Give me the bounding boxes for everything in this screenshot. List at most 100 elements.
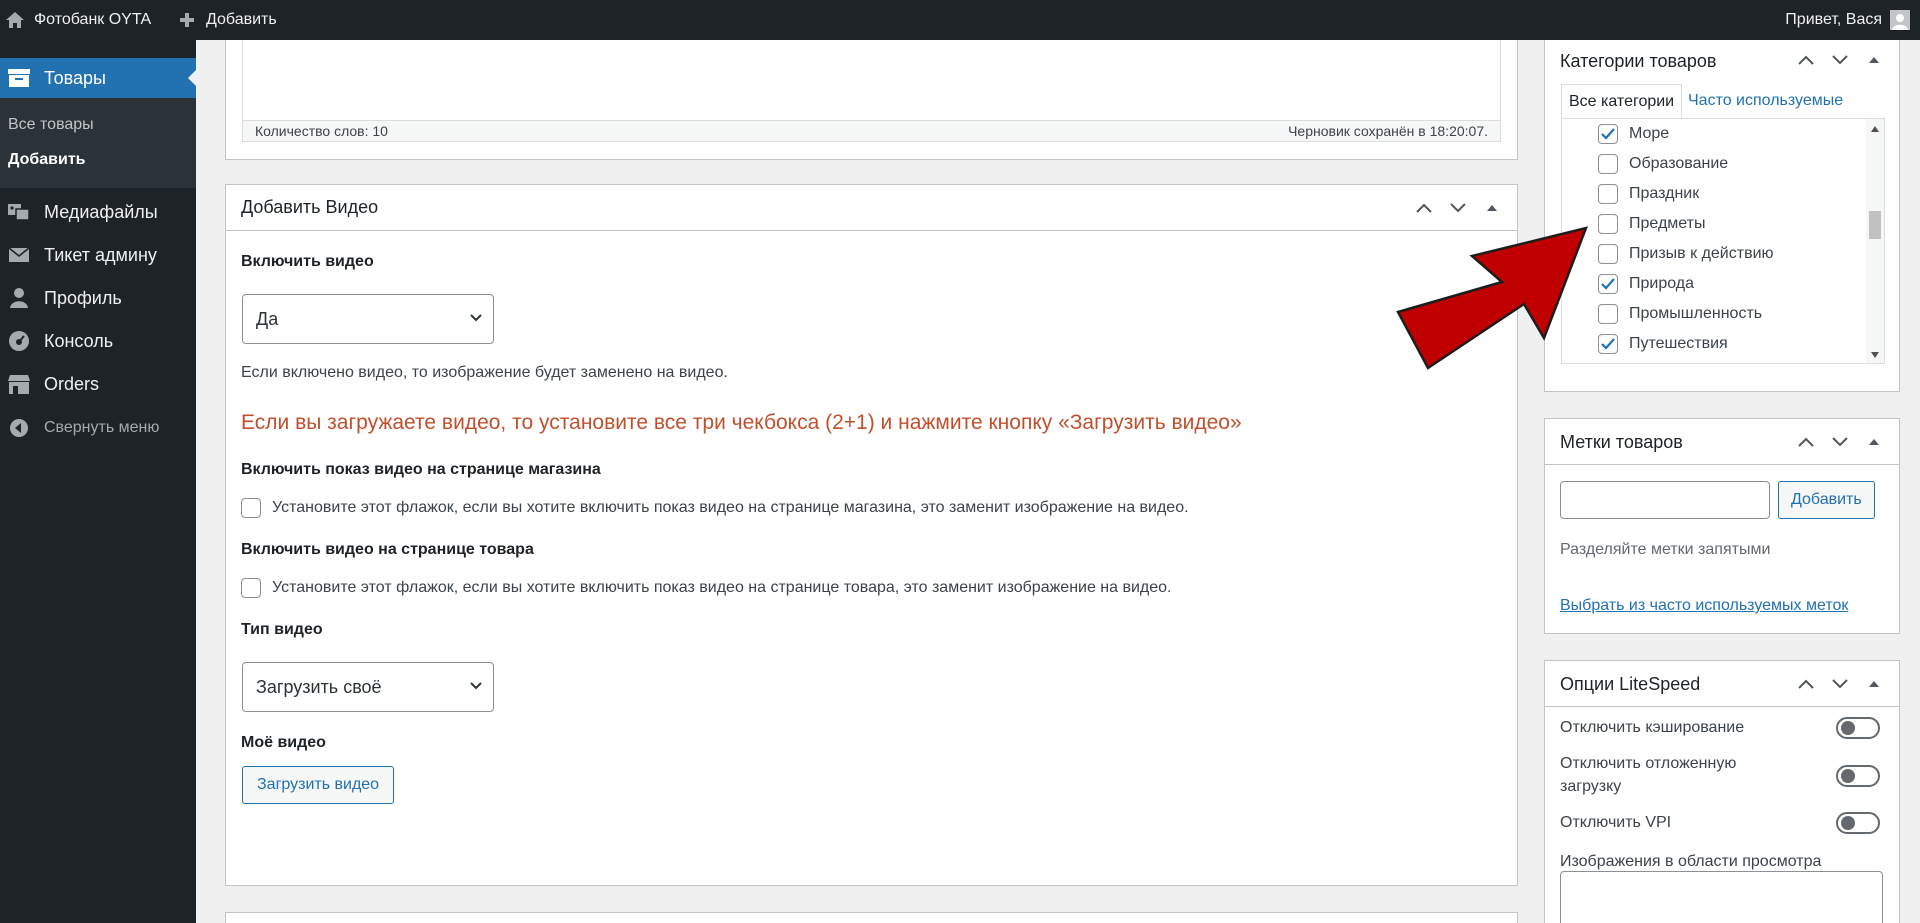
list-item[interactable]: Предметы xyxy=(1598,214,1705,234)
sidebar-item-products[interactable]: Товары xyxy=(0,58,196,98)
popular-tags-link[interactable]: Выбрать из часто используемых меток xyxy=(1560,597,1848,615)
scroll-thumb[interactable] xyxy=(1869,211,1881,239)
scroll-down-icon[interactable] xyxy=(1871,352,1879,358)
category-checkbox[interactable] xyxy=(1598,334,1618,354)
video-type-select[interactable]: Загрузить своё xyxy=(242,662,494,712)
list-item[interactable]: Море xyxy=(1598,124,1669,144)
category-label: Образование xyxy=(1629,155,1729,172)
enable-video-select[interactable]: Да xyxy=(242,294,494,344)
sidebar-item-label: Медиафайлы xyxy=(44,201,158,222)
shop-video-checkbox[interactable] xyxy=(241,498,261,518)
toggle-panel-button[interactable] xyxy=(1857,43,1891,77)
category-scrollbar[interactable] xyxy=(1866,119,1884,363)
category-label: Промышленность xyxy=(1629,305,1763,322)
move-up-button[interactable] xyxy=(1789,667,1823,701)
chevron-up-icon xyxy=(1798,437,1814,447)
disable-lazyload-toggle[interactable] xyxy=(1836,765,1880,787)
category-checkbox[interactable] xyxy=(1598,214,1618,234)
submenu-all-products[interactable]: Все товары xyxy=(8,116,94,134)
my-account-link[interactable]: Привет, Вася xyxy=(1785,0,1910,40)
move-down-button[interactable] xyxy=(1823,667,1857,701)
sidebar-item-label: Тикет админу xyxy=(44,244,157,265)
enable-video-label: Включить видео xyxy=(241,253,374,270)
category-checkbox[interactable] xyxy=(1598,304,1618,324)
admin-sidebar: Товары Все товары Добавить Медиафайлы Ти… xyxy=(0,40,196,923)
disable-cache-row: Отключить кэширование xyxy=(1560,716,1880,740)
metabox-controls xyxy=(1789,40,1891,80)
category-checkbox[interactable] xyxy=(1598,184,1618,204)
category-checkbox[interactable] xyxy=(1598,244,1618,264)
list-item[interactable]: Призыв к действию xyxy=(1598,244,1774,264)
metabox-header: Опции LiteSpeed xyxy=(1545,661,1899,707)
chevron-down-icon xyxy=(1832,55,1848,65)
add-tag-button[interactable]: Добавить xyxy=(1778,481,1875,519)
category-checkbox[interactable] xyxy=(1598,124,1618,144)
chevron-down-icon xyxy=(1450,203,1466,213)
chevron-up-icon xyxy=(1416,203,1432,213)
tag-separator-hint: Разделяйте метки запятыми xyxy=(1560,541,1771,558)
metabox-header: Метки товаров xyxy=(1545,419,1899,465)
tags-title: Метки товаров xyxy=(1560,431,1683,452)
upload-warning: Если вы загружаете видео, то установите … xyxy=(241,411,1242,434)
sidebar-item-media[interactable]: Медиафайлы xyxy=(0,192,196,232)
viewport-images-textarea[interactable] xyxy=(1560,871,1883,923)
shop-video-description: Установите этот флажок, если вы хотите в… xyxy=(272,499,1189,516)
option-label: Отключить кэширование xyxy=(1560,719,1745,736)
disable-lazyload-row: Отключить отложенную загрузку xyxy=(1560,752,1880,800)
chevron-down-icon xyxy=(1832,437,1848,447)
move-up-button[interactable] xyxy=(1789,43,1823,77)
sidebar-collapse-menu[interactable]: Свернуть меню xyxy=(0,408,196,448)
sidebar-item-label: Профиль xyxy=(44,287,122,308)
sidebar-item-label: Товары xyxy=(44,67,106,88)
sidebar-item-label: Консоль xyxy=(44,330,114,351)
option-label: Отключить отложенную загрузку xyxy=(1560,755,1737,795)
dashboard-icon xyxy=(4,326,34,356)
category-label: Море xyxy=(1629,125,1670,142)
draft-saved-status: Черновик сохранён в 18:20:07. xyxy=(1288,123,1488,139)
envelope-icon xyxy=(4,240,34,270)
scroll-up-icon[interactable] xyxy=(1871,126,1879,132)
new-tag-input[interactable] xyxy=(1560,481,1770,519)
category-label: Природа xyxy=(1629,275,1695,292)
new-content-link[interactable]: Добавить xyxy=(176,0,277,40)
tab-all-categories[interactable]: Все категории xyxy=(1561,84,1683,118)
category-checkbox[interactable] xyxy=(1598,154,1618,174)
submenu-add-product[interactable]: Добавить xyxy=(8,151,86,169)
metabox-title: Добавить Видео xyxy=(241,197,379,217)
list-item[interactable]: Промышленность xyxy=(1598,304,1762,324)
list-item[interactable]: Образование xyxy=(1598,154,1728,174)
category-checkbox[interactable] xyxy=(1598,274,1618,294)
products-submenu: Все товары Добавить xyxy=(0,98,196,188)
site-name: Фотобанк OYTA xyxy=(34,11,152,28)
list-item[interactable]: Путешествия xyxy=(1598,334,1728,354)
product-video-description: Установите этот флажок, если вы хотите в… xyxy=(272,579,1172,596)
toggle-panel-button[interactable] xyxy=(1857,425,1891,459)
disable-vpi-toggle[interactable] xyxy=(1836,812,1880,834)
enable-video-value: Да xyxy=(256,308,279,329)
metabox-controls xyxy=(1789,419,1891,465)
toggle-panel-button[interactable] xyxy=(1857,667,1891,701)
move-down-button[interactable] xyxy=(1823,43,1857,77)
tab-popular-categories[interactable]: Часто используемые xyxy=(1681,84,1850,118)
move-down-button[interactable] xyxy=(1823,425,1857,459)
sidebar-item-orders[interactable]: Orders xyxy=(0,364,196,404)
metabox-controls xyxy=(1789,661,1891,707)
greeting-text: Привет, Вася xyxy=(1785,11,1882,28)
list-item[interactable]: Праздник xyxy=(1598,184,1699,204)
list-item[interactable]: Природа xyxy=(1598,274,1694,294)
media-icon xyxy=(4,197,34,227)
category-tabs: Все категории Часто используемые xyxy=(1561,84,1885,118)
chevron-up-icon xyxy=(1798,679,1814,689)
disable-cache-toggle[interactable] xyxy=(1836,717,1880,739)
sidebar-item-console[interactable]: Консоль xyxy=(0,321,196,361)
category-checklist[interactable]: Море Образование Праздник Предметы Призы… xyxy=(1561,118,1885,364)
sidebar-item-label: Orders xyxy=(44,373,100,394)
product-categories-metabox: Категории товаров Все категории Часто ис… xyxy=(1544,40,1900,392)
litespeed-title: Опции LiteSpeed xyxy=(1560,673,1701,694)
sidebar-item-ticket[interactable]: Тикет админу xyxy=(0,235,196,275)
move-up-button[interactable] xyxy=(1789,425,1823,459)
site-home-link[interactable]: Фотобанк OYTA xyxy=(4,0,151,40)
sidebar-item-profile[interactable]: Профиль xyxy=(0,278,196,318)
product-video-checkbox[interactable] xyxy=(241,578,261,598)
upload-video-button[interactable]: Загрузить видео xyxy=(242,766,395,804)
